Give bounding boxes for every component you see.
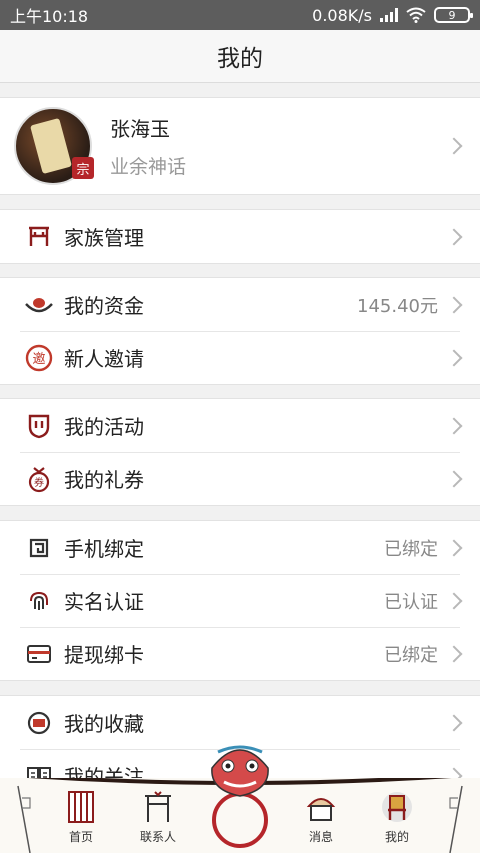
verification-status: 已认证: [384, 591, 438, 613]
menu-label: 新人邀请: [64, 347, 144, 371]
nav-label-home: 首页: [68, 830, 93, 844]
nav-item-messages[interactable]: 消息: [291, 790, 351, 845]
status-right: 0.08K/s 9: [312, 5, 473, 25]
chevron-right-icon: [445, 349, 463, 366]
message-tent-icon: [306, 798, 336, 821]
section-finance: 我的资金 145.40元 邀 新人邀请: [0, 277, 480, 385]
section-activities: 我的活动 券 我的礼券: [0, 398, 480, 506]
nav-label-contacts: 联系人: [139, 830, 176, 844]
wifi-icon: [406, 7, 426, 23]
profile-card[interactable]: 宗 张海玉 业余神话: [0, 97, 480, 195]
menu-item-invite[interactable]: 邀 新人邀请: [0, 331, 480, 384]
menu-label: 我的资金: [64, 294, 144, 318]
funds-amount: 145.40元: [357, 295, 438, 317]
contacts-gate-icon: [145, 791, 171, 822]
chevron-right-icon: [445, 714, 463, 731]
card-status: 已绑定: [384, 644, 438, 666]
nav-item-home[interactable]: 首页: [51, 790, 111, 845]
chevron-right-icon: [445, 137, 463, 155]
svg-text:券: 券: [34, 476, 44, 489]
chevron-right-icon: [445, 592, 463, 609]
nav-item-contacts[interactable]: 联系人: [128, 790, 188, 845]
profile-names: 张海玉 业余神话: [110, 113, 448, 179]
profile-subtitle: 业余神话: [110, 156, 187, 178]
menu-label: 我的收藏: [64, 712, 144, 736]
battery-icon: 9: [434, 7, 473, 23]
gold-ingot-icon: [24, 290, 54, 320]
menu-item-real-name[interactable]: 实名认证 已认证: [0, 574, 480, 627]
bottom-nav: 首页 联系人 消息 我的: [0, 745, 480, 853]
nav-item-center[interactable]: [200, 738, 280, 848]
chevron-right-icon: [445, 645, 463, 662]
nav-label-mine: 我的: [384, 830, 409, 844]
mine-chair-icon: [382, 792, 412, 822]
home-scroll-icon: [68, 791, 94, 823]
avatar-image: [30, 117, 72, 175]
activity-shield-icon: [24, 411, 54, 441]
menu-item-family-management[interactable]: 家族管理: [0, 210, 480, 263]
chevron-right-icon: [445, 539, 463, 556]
chevron-right-icon: [445, 470, 463, 487]
status-bar: 上午10:18 0.08K/s 9: [0, 0, 480, 30]
menu-item-my-coupons[interactable]: 券 我的礼券: [0, 452, 480, 505]
menu-label: 实名认证: [64, 590, 144, 614]
avatar[interactable]: 宗: [14, 107, 94, 185]
menu-item-withdraw-card[interactable]: 提现绑卡 已绑定: [0, 627, 480, 680]
menu-item-my-activities[interactable]: 我的活动: [0, 399, 480, 452]
chevron-right-icon: [445, 417, 463, 434]
fingerprint-icon: [24, 586, 54, 616]
status-time: 上午10:18: [10, 7, 89, 26]
menu-item-phone-binding[interactable]: 手机绑定 已绑定: [0, 521, 480, 574]
signal-icon: [380, 8, 398, 22]
nav-label-messages: 消息: [308, 830, 333, 844]
svg-text:邀: 邀: [32, 352, 45, 367]
invite-icon: 邀: [24, 343, 54, 373]
network-speed: 0.08K/s: [312, 5, 372, 25]
menu-label: 我的礼券: [64, 468, 144, 492]
title-bar: 我的: [0, 30, 480, 83]
menu-label: 提现绑卡: [64, 643, 144, 667]
lion-knocker-icon: [211, 745, 269, 848]
clan-badge: 宗: [72, 157, 94, 179]
menu-label: 手机绑定: [64, 537, 144, 561]
menu-item-my-funds[interactable]: 我的资金 145.40元: [0, 278, 480, 331]
page-title: 我的: [217, 46, 263, 72]
section-family: 家族管理: [0, 209, 480, 264]
profile-name: 张海玉: [110, 117, 170, 141]
section-account-security: 手机绑定 已绑定 实名认证 已认证 提现绑卡 已绑定: [0, 520, 480, 681]
chevron-right-icon: [445, 228, 463, 245]
nav-item-mine[interactable]: 我的: [367, 790, 427, 845]
coupon-bag-icon: 券: [24, 464, 54, 494]
menu-label: 家族管理: [64, 226, 144, 250]
chevron-right-icon: [445, 296, 463, 313]
menu-label: 我的活动: [64, 415, 144, 439]
family-gate-icon: [24, 222, 54, 252]
binding-status: 已绑定: [384, 538, 438, 560]
collection-icon: [24, 708, 54, 738]
phone-bind-icon: [24, 533, 54, 563]
bank-card-icon: [24, 639, 54, 669]
